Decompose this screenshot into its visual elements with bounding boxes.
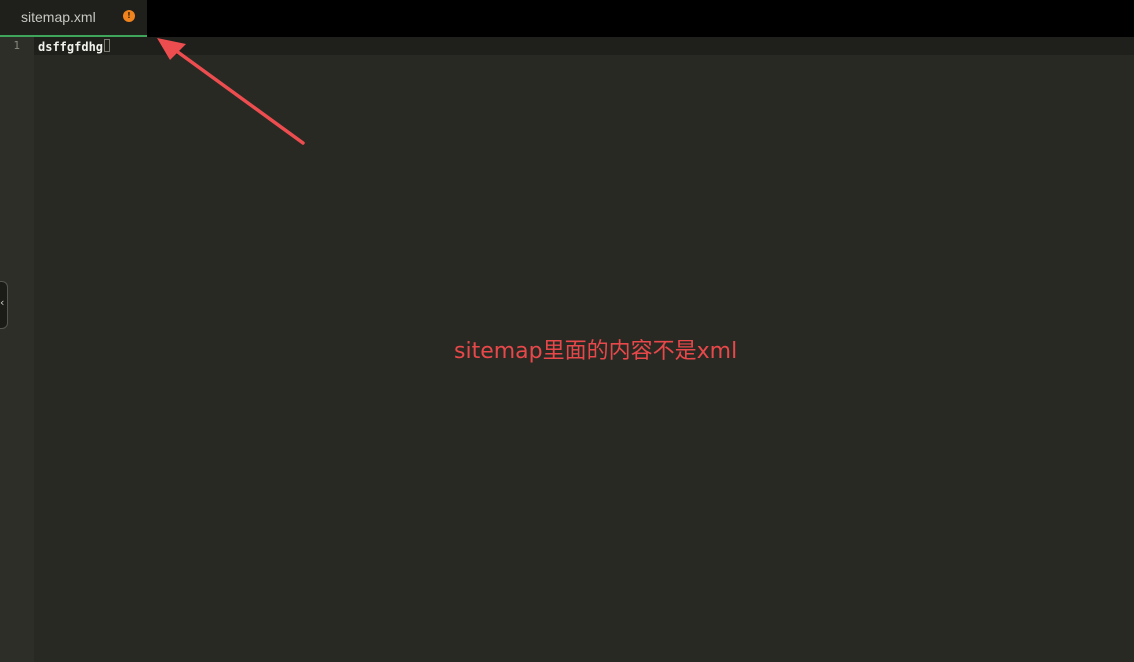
warning-dot-icon: !	[123, 10, 135, 22]
side-panel-toggle[interactable]: ‹	[0, 281, 8, 329]
line-number: 1	[13, 39, 20, 52]
editor-window: sitemap.xml ! 1 dsffgfdhg ‹ sitemap里面的内容…	[0, 0, 1134, 662]
chevron-left-icon: ‹	[0, 296, 5, 309]
tab-bar: sitemap.xml !	[0, 0, 1134, 37]
text-cursor	[104, 39, 111, 52]
code-line[interactable]: dsffgfdhg	[38, 39, 111, 54]
line-number-gutter: 1	[0, 37, 34, 662]
annotation-text: sitemap里面的内容不是xml	[454, 339, 738, 364]
current-line-highlight	[34, 37, 1134, 55]
tab-sitemap-xml[interactable]: sitemap.xml !	[0, 0, 147, 37]
tab-label: sitemap.xml	[21, 9, 96, 25]
code-line-text: dsffgfdhg	[38, 40, 104, 54]
